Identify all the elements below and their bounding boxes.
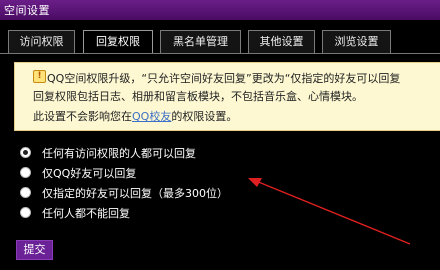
- red-arrow-icon: [248, 178, 411, 245]
- annotation-arrow-overlay: [248, 178, 411, 245]
